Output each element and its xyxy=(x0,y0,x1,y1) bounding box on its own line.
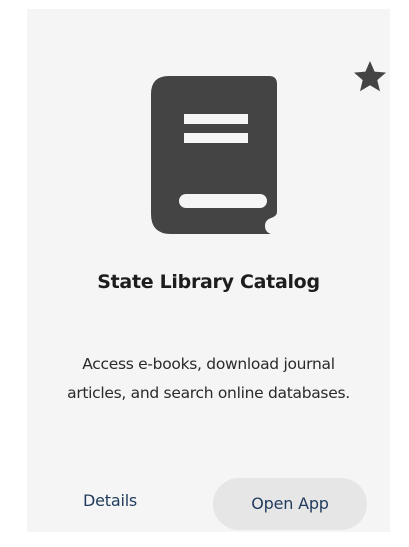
details-link[interactable]: Details xyxy=(83,491,137,510)
app-description: Access e-books, download journal article… xyxy=(67,355,350,402)
star-icon[interactable] xyxy=(350,57,390,97)
app-title: State Library Catalog xyxy=(97,271,320,293)
app-card: State Library Catalog Access e-books, do… xyxy=(27,9,390,532)
open-app-button[interactable]: Open App xyxy=(213,478,367,530)
book-icon xyxy=(151,76,277,234)
